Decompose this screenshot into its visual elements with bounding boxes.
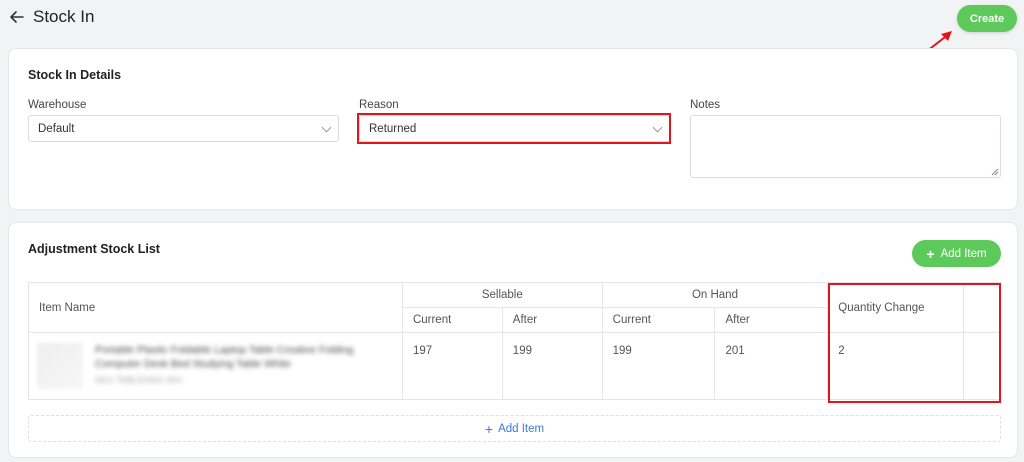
add-item-button[interactable]: + Add Item <box>912 240 1001 267</box>
notes-field[interactable] <box>690 115 1001 178</box>
column-sellable-after: After <box>501 307 603 333</box>
warehouse-select[interactable]: Default <box>28 115 339 142</box>
column-on-hand: On Hand <box>601 282 829 308</box>
resize-grip-icon[interactable] <box>991 168 999 176</box>
onhand-after-value: 201 <box>714 332 829 400</box>
create-button[interactable]: Create <box>957 5 1017 32</box>
add-item-label: Add Item <box>940 247 987 260</box>
column-item-name: Item Name <box>28 282 403 333</box>
page-title: Stock In <box>33 7 95 26</box>
column-onhand-current: Current <box>601 307 716 333</box>
back-button[interactable] <box>8 8 26 26</box>
plus-icon: + <box>926 245 935 262</box>
plus-icon: + <box>484 420 494 437</box>
product-cell: Portable Plastic Foldable Laptop Table C… <box>28 332 403 400</box>
product-sku: SKU TABLE0001-WH <box>95 375 182 385</box>
reason-highlight-box <box>357 113 671 144</box>
adjustment-stock-card: Adjustment Stock List + Add Item Item Na… <box>8 222 1018 458</box>
onhand-current-value: 199 <box>601 332 716 400</box>
product-thumbnail <box>37 343 83 389</box>
add-row-label: Add Item <box>498 422 545 435</box>
arrow-left-icon <box>10 11 24 23</box>
column-sellable: Sellable <box>401 282 603 308</box>
adjustment-stock-title: Adjustment Stock List <box>28 242 160 256</box>
notes-label: Notes <box>690 99 721 111</box>
sellable-after-value: 199 <box>501 332 603 400</box>
column-sellable-current: Current <box>401 307 503 333</box>
quantity-change-highlight-box <box>828 283 1001 403</box>
product-name: Portable Plastic Foldable Laptop Table C… <box>95 344 354 370</box>
stock-in-details-title: Stock In Details <box>28 68 122 82</box>
warehouse-label: Warehouse <box>28 99 87 111</box>
warehouse-value: Default <box>38 122 75 135</box>
reason-label: Reason <box>359 99 399 111</box>
top-bar: Stock In Create <box>0 0 1024 37</box>
chevron-down-icon <box>321 122 332 133</box>
stock-in-details-card: Stock In Details Warehouse Default Reaso… <box>8 48 1018 210</box>
add-item-row-link[interactable]: + Add Item <box>28 415 1001 442</box>
column-onhand-after: After <box>714 307 829 333</box>
sellable-current-value: 197 <box>401 332 503 400</box>
